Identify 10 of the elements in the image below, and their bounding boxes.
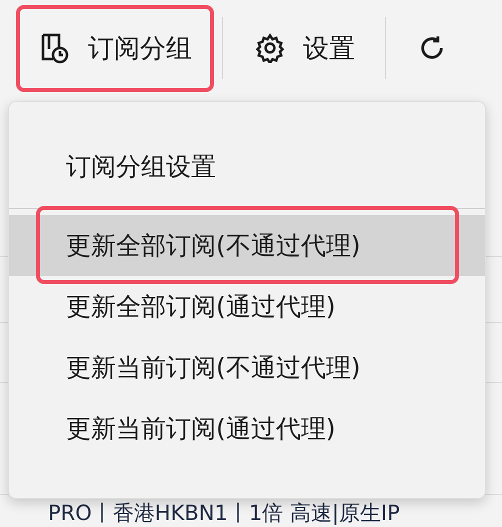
menu-item[interactable]: 更新当前订阅(通过代理) (9, 398, 485, 459)
settings-icon (255, 33, 285, 63)
menu-item[interactable]: 更新当前订阅(不通过代理) (9, 337, 485, 398)
calendar-clock-icon (40, 32, 70, 64)
menu-item[interactable]: 更新全部订阅(不通过代理) (9, 215, 485, 276)
menu-item[interactable]: 更新全部订阅(通过代理) (9, 276, 485, 337)
menu-item[interactable]: 订阅分组设置 (9, 136, 485, 209)
toolbar-button[interactable]: 设置 (231, 4, 377, 92)
list-item[interactable]: PRO丨香港HKBN1丨1倍 高速|原生IP (48, 499, 400, 527)
toolbar-button[interactable]: 订阅分组 (16, 4, 214, 92)
